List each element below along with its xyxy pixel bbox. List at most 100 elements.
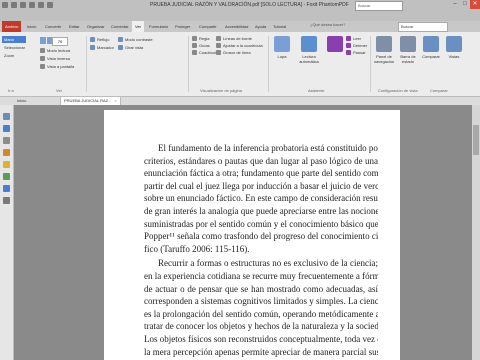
pause-icon [346, 50, 351, 55]
compare-button[interactable]: Comparar [420, 36, 442, 59]
read-aloud-button[interactable] [326, 36, 344, 54]
text-line: de gran interés la analogía que puede ap… [144, 205, 378, 216]
checkbox-icon [192, 50, 197, 55]
maximize-button[interactable]: □ [460, 0, 470, 9]
open-icon[interactable] [11, 2, 17, 8]
ruler-checkbox[interactable]: Regla [192, 36, 209, 41]
destinations-icon[interactable] [3, 197, 10, 204]
close-tab-icon[interactable]: × [114, 98, 116, 103]
guides-checkbox[interactable]: Guías [192, 43, 210, 48]
signature-icon[interactable] [3, 185, 10, 192]
tell-me-box[interactable]: ¿Qué desea hacer? [310, 22, 345, 27]
text-line: Los objetos físicos son reconstruidos co… [144, 333, 378, 344]
magnifier-icon [274, 36, 290, 52]
title-bar: PRUEBA JUDICIAL RAZÓN Y VALORACIÓN.pdf [… [0, 0, 480, 21]
text-line: corresponden a sistemas cognitivos limit… [144, 296, 378, 307]
find-input[interactable]: Buscar [398, 22, 448, 32]
checkbox-icon [192, 36, 197, 41]
doc-tab-current[interactable]: PRUEBA JUDICIAL RAZ... × [60, 97, 121, 105]
play-icon [346, 36, 351, 41]
contrast-mode-button[interactable]: Modo contraste [118, 37, 153, 42]
hand-icon[interactable] [3, 113, 10, 120]
left-panel-bar [0, 105, 14, 360]
tab-ver[interactable]: Ver [132, 21, 145, 32]
tab-inicio[interactable]: Inicio [24, 21, 39, 32]
auto-scroll-icon [301, 36, 317, 52]
marker-icon [90, 45, 95, 50]
tab-ayuda[interactable]: Ayuda [252, 21, 269, 32]
zoom-input[interactable]: 70 [52, 37, 68, 46]
stop-icon [346, 43, 351, 48]
snap-grid-checkbox[interactable]: Ajustar a la cuadrícula [216, 43, 263, 48]
tab-editar[interactable]: Editar [66, 21, 82, 32]
page-thumbnails-icon[interactable] [3, 137, 10, 144]
first-page-icon[interactable] [40, 37, 46, 44]
window-title: PRUEBA JUDICIAL RAZÓN Y VALORACIÓN.pdf [… [150, 2, 349, 8]
border-lines-checkbox[interactable]: Líneas de borde [216, 36, 252, 41]
auto-scroll-button[interactable]: Lectura automática [294, 36, 324, 64]
status-bar-button[interactable]: Barra de estado [398, 36, 418, 64]
minimize-button[interactable]: – [450, 0, 460, 9]
comments-icon[interactable] [3, 161, 10, 168]
select-tool-button[interactable]: Seleccionar [2, 44, 26, 51]
tab-formulario[interactable]: Formulario [146, 21, 171, 32]
views-button[interactable]: Vistas [444, 36, 464, 59]
tab-comentar[interactable]: Comentar [108, 21, 132, 32]
group-separator [268, 36, 269, 92]
compare-icon [423, 36, 439, 52]
reading-mode-icon [40, 48, 45, 53]
text-line: El fundamento de la inferencia probatori… [158, 143, 378, 153]
text-line: suministradas por el sentido común y el … [144, 218, 378, 229]
zoom-tool-button[interactable]: Zoom [2, 52, 26, 59]
nav-panel-button[interactable]: Panel de navegación [372, 36, 396, 64]
loupe-button[interactable]: Lupa [272, 36, 292, 59]
close-button[interactable]: ✕ [470, 0, 480, 9]
doc-tab-home[interactable]: Inicio [14, 97, 29, 105]
group-separator [86, 36, 87, 92]
ribbon-tabs: Archivo Inicio Convertir Editar Organiza… [0, 21, 480, 32]
tab-archivo[interactable]: Archivo [2, 21, 22, 32]
marker-button[interactable]: Marcador [90, 45, 114, 50]
checkbox-icon [192, 43, 197, 48]
layers-icon[interactable] [3, 149, 10, 156]
print-icon[interactable] [29, 2, 35, 8]
redo-icon[interactable] [47, 2, 53, 8]
views-icon [446, 36, 462, 52]
tab-accesibilidad[interactable]: Accesibilidad [222, 21, 251, 32]
reading-mode-button[interactable]: Modo lectura [40, 48, 70, 53]
reflow-button[interactable]: Reflujo [90, 37, 109, 42]
stop-button[interactable]: Detener [346, 43, 367, 48]
status-bar-icon [400, 36, 416, 52]
undo-icon[interactable] [38, 2, 44, 8]
tab-proteger[interactable]: Proteger [172, 21, 193, 32]
attachments-icon[interactable] [3, 173, 10, 180]
text-line: en la experiencia cotidiana se recurre m… [144, 270, 378, 281]
tab-tutorial[interactable]: Tutorial [270, 21, 289, 32]
app-icon [2, 2, 8, 8]
tab-convertir[interactable]: Convertir [42, 21, 64, 32]
group-label: Ir a [8, 88, 14, 93]
group-separator [188, 36, 189, 92]
group-label: Visualización de página [200, 88, 242, 93]
tab-organizar[interactable]: Organizar [84, 21, 108, 32]
grid-checkbox[interactable]: Cuadrícula [192, 50, 218, 55]
text-line: de actuar o de pensar que se han mostrad… [144, 283, 378, 294]
rotate-view-button[interactable]: Girar vista [118, 45, 143, 50]
vertical-scrollbar[interactable] [472, 105, 480, 360]
search-input[interactable]: Buscar [355, 1, 403, 11]
nav-panel-icon [376, 36, 392, 52]
scrollbar-thumb[interactable] [473, 125, 479, 155]
tab-compartir[interactable]: Compartir [196, 21, 220, 32]
full-screen-button[interactable]: Vista a pantalla [40, 64, 74, 69]
save-icon[interactable] [20, 2, 26, 8]
pause-button[interactable]: Pausar [346, 50, 366, 55]
hand-tool-button[interactable]: Mano [2, 36, 26, 43]
checkbox-icon [216, 36, 221, 41]
page-text: El fundamento de la inferencia probatori… [144, 142, 378, 358]
read-button[interactable]: Leer [346, 36, 361, 41]
bookmark-icon[interactable] [3, 125, 10, 132]
text-line: Popper¹¹ señala como trasfondo del progr… [144, 231, 378, 242]
reverse-view-button[interactable]: Vista inversa [40, 56, 70, 61]
line-weight-checkbox[interactable]: Grosor de línea [216, 50, 251, 55]
full-screen-icon [40, 64, 45, 69]
